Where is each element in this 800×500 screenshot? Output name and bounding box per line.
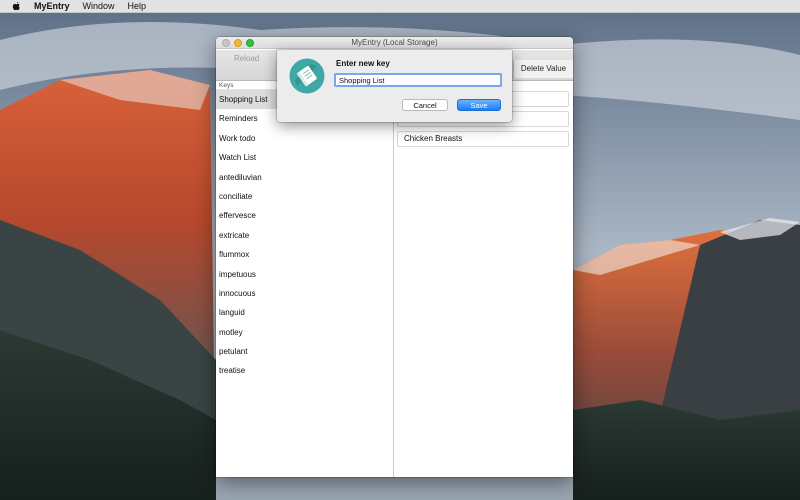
key-row[interactable]: motley <box>216 323 393 342</box>
values-list: Avocado Chicken Breasts <box>395 81 573 477</box>
value-row[interactable]: Chicken Breasts <box>397 131 569 147</box>
zoom-window-button[interactable] <box>246 39 254 47</box>
keys-list: Keys Shopping List Reminders Work todo W… <box>216 81 394 477</box>
key-row[interactable]: Work todo <box>216 129 393 148</box>
menu-help[interactable]: Help <box>128 0 147 13</box>
reload-button[interactable]: Reload <box>234 54 259 64</box>
window-title: MyEntry (Local Storage) <box>351 38 438 47</box>
apple-icon[interactable] <box>12 1 24 11</box>
key-row[interactable]: languid <box>216 303 393 322</box>
key-row[interactable]: conciliate <box>216 187 393 206</box>
key-row[interactable]: treatise <box>216 361 393 380</box>
menu-app-name[interactable]: MyEntry <box>34 0 70 13</box>
minimize-window-button[interactable] <box>234 39 242 47</box>
menu-window[interactable]: Window <box>83 0 115 13</box>
close-window-button[interactable] <box>222 39 230 47</box>
title-bar[interactable]: MyEntry (Local Storage) <box>216 37 573 49</box>
menu-bar: MyEntry Window Help <box>0 0 800 13</box>
save-button[interactable]: Save <box>457 99 501 111</box>
new-key-dialog: Enter new key Cancel Save <box>277 50 512 122</box>
key-row[interactable]: petulant <box>216 342 393 361</box>
key-row[interactable]: effervesce <box>216 206 393 225</box>
delete-value-button[interactable]: Delete Value <box>513 60 573 78</box>
dialog-title: Enter new key <box>336 59 390 68</box>
key-row[interactable]: flummox <box>216 245 393 264</box>
key-row[interactable]: impetuous <box>216 265 393 284</box>
cancel-button[interactable]: Cancel <box>402 99 448 111</box>
new-key-input[interactable] <box>334 73 502 87</box>
key-row[interactable]: extricate <box>216 226 393 245</box>
notebook-app-icon <box>289 58 325 94</box>
key-row[interactable]: antediluvian <box>216 168 393 187</box>
key-row[interactable]: Watch List <box>216 148 393 167</box>
key-row[interactable]: innocuous <box>216 284 393 303</box>
